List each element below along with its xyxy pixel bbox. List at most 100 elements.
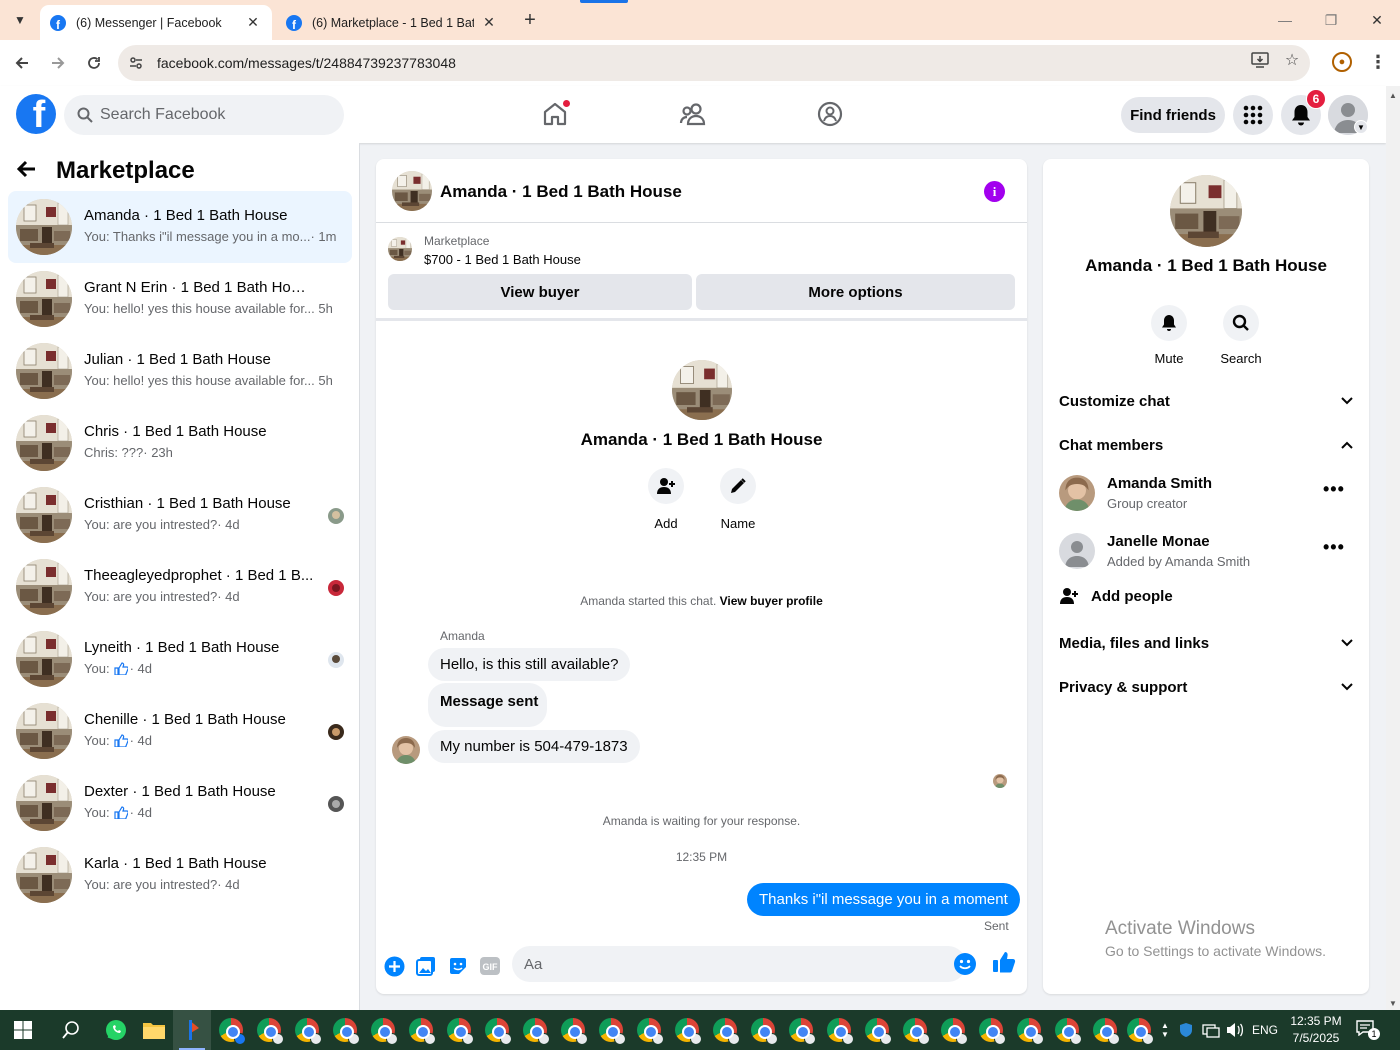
message-input-field[interactable] bbox=[512, 946, 966, 982]
message-input[interactable] bbox=[524, 955, 924, 973]
customize-chat-row[interactable]: Customize chat bbox=[1059, 389, 1355, 413]
conversation-item[interactable]: Chenille · 1 Bed 1 Bath House You: · 4d bbox=[8, 695, 352, 767]
chrome-icon[interactable] bbox=[402, 1010, 440, 1050]
chrome-icon[interactable] bbox=[516, 1010, 554, 1050]
chrome-icon[interactable] bbox=[896, 1010, 934, 1050]
conversation-item[interactable]: Chris · 1 Bed 1 Bath House Chris: ??? · 2… bbox=[8, 407, 352, 479]
tab-close-icon[interactable]: ✕ bbox=[480, 14, 498, 31]
chrome-icon[interactable] bbox=[288, 1010, 326, 1050]
chrome-icon[interactable] bbox=[250, 1010, 288, 1050]
facebook-logo[interactable]: f bbox=[16, 94, 56, 134]
chrome-icon[interactable] bbox=[858, 1010, 896, 1050]
conversation-item[interactable]: Dexter · 1 Bed 1 Bath House You: · 4d bbox=[8, 767, 352, 839]
chat-members-row[interactable]: Chat members bbox=[1059, 433, 1355, 457]
search-input[interactable] bbox=[100, 106, 320, 124]
like-thumbs-up-icon[interactable] bbox=[992, 950, 1018, 976]
chrome-icon[interactable] bbox=[934, 1010, 972, 1050]
address-bar[interactable]: facebook.com/messages/t/2488473923778304… bbox=[118, 45, 1310, 81]
find-friends-button[interactable]: Find friends bbox=[1121, 97, 1225, 133]
emoji-icon[interactable] bbox=[954, 953, 976, 975]
tab-close-icon[interactable]: ✕ bbox=[244, 14, 262, 31]
groups-icon[interactable] bbox=[810, 94, 850, 134]
member-row[interactable]: Amanda Smith Group creator ••• bbox=[1059, 471, 1355, 519]
add-people-button[interactable]: Add people bbox=[1059, 587, 1173, 605]
conversation-item[interactable]: Lyneith · 1 Bed 1 Bath House You: · 4d bbox=[8, 623, 352, 695]
restore-icon[interactable]: ❐ bbox=[1308, 6, 1354, 34]
message-bubble[interactable]: Message sent bbox=[428, 683, 547, 727]
add-member-action[interactable]: Add bbox=[636, 468, 696, 531]
sticker-icon[interactable] bbox=[446, 954, 470, 978]
volume-icon[interactable] bbox=[1226, 1010, 1244, 1050]
chrome-icon[interactable] bbox=[554, 1010, 592, 1050]
bookmark-star-icon[interactable]: ☆ bbox=[1281, 49, 1303, 71]
site-settings-icon[interactable] bbox=[126, 53, 146, 73]
browser-tab-messenger[interactable]: f (6) Messenger | Facebook ✕ bbox=[40, 5, 272, 40]
new-tab-button[interactable]: + bbox=[518, 8, 542, 32]
chrome-icon[interactable] bbox=[364, 1010, 402, 1050]
facebook-search[interactable] bbox=[64, 95, 344, 135]
taskbar-clock[interactable]: 12:35 PM 7/5/2025 bbox=[1288, 1013, 1344, 1047]
forward-icon[interactable] bbox=[44, 49, 72, 77]
install-app-icon[interactable] bbox=[1249, 49, 1271, 71]
chrome-icon[interactable] bbox=[326, 1010, 364, 1050]
account-chevron-icon[interactable]: ▼ bbox=[1354, 120, 1368, 134]
taskbar-overflow-arrows[interactable]: ▲ ▼ bbox=[1158, 1010, 1172, 1050]
chat-avatar[interactable] bbox=[392, 171, 432, 211]
scroll-up-icon[interactable]: ▲ bbox=[1389, 91, 1397, 100]
more-options-icon[interactable]: ••• bbox=[1323, 537, 1345, 558]
conversation-item[interactable]: Amanda · 1 Bed 1 Bath House You: Thanks … bbox=[8, 191, 352, 263]
message-bubble[interactable]: My number is 504-479-1873 bbox=[428, 730, 640, 763]
chrome-icon[interactable] bbox=[706, 1010, 744, 1050]
browser-profile-icon[interactable]: ● bbox=[1332, 52, 1352, 72]
chrome-icon[interactable] bbox=[782, 1010, 820, 1050]
notification-center-icon[interactable]: 1 bbox=[1356, 1020, 1380, 1040]
windows-start-icon[interactable] bbox=[4, 1010, 42, 1050]
listing-title[interactable]: $700 - 1 Bed 1 Bath House bbox=[424, 252, 581, 267]
network-icon[interactable] bbox=[1202, 1010, 1220, 1050]
privacy-support-row[interactable]: Privacy & support bbox=[1059, 675, 1355, 699]
chrome-icon[interactable] bbox=[592, 1010, 630, 1050]
chrome-icon[interactable] bbox=[668, 1010, 706, 1050]
view-buyer-profile-link[interactable]: View buyer profile bbox=[720, 594, 823, 608]
minimize-icon[interactable]: — bbox=[1262, 6, 1308, 34]
my-message-bubble[interactable]: Thanks i"il message you in a moment bbox=[747, 883, 1020, 916]
more-options-button[interactable]: More options bbox=[696, 274, 1015, 310]
edit-name-action[interactable]: Name bbox=[708, 468, 768, 531]
back-icon[interactable] bbox=[8, 49, 36, 77]
conversation-item[interactable]: Cristhian · 1 Bed 1 Bath House You: are … bbox=[8, 479, 352, 551]
scroll-down-icon[interactable]: ▼ bbox=[1389, 999, 1397, 1008]
chrome-icon[interactable] bbox=[478, 1010, 516, 1050]
defender-shield-icon[interactable] bbox=[1178, 1010, 1194, 1050]
chrome-icon[interactable] bbox=[1120, 1010, 1158, 1050]
chrome-icon[interactable] bbox=[1086, 1010, 1124, 1050]
conversation-item[interactable]: Theeagleyedprophet · 1 Bed 1 B... You: a… bbox=[8, 551, 352, 623]
browser-menu-icon[interactable]: ⋮ bbox=[1368, 50, 1388, 74]
taskbar-search-icon[interactable] bbox=[52, 1010, 90, 1050]
back-arrow-icon[interactable] bbox=[16, 157, 46, 185]
photo-gallery-icon[interactable] bbox=[414, 954, 438, 978]
chat-title[interactable]: Amanda · 1 Bed 1 Bath House bbox=[440, 182, 682, 202]
pinned-app-icon[interactable] bbox=[173, 1010, 211, 1050]
page-scrollbar[interactable]: ▲ ▼ bbox=[1386, 86, 1400, 1010]
conversation-info-icon[interactable]: i bbox=[984, 181, 1005, 202]
browser-tab-marketplace[interactable]: f (6) Marketplace - 1 Bed 1 Bath ✕ bbox=[276, 5, 508, 40]
conversation-item[interactable]: Julian · 1 Bed 1 Bath House You: hello! … bbox=[8, 335, 352, 407]
chrome-icon[interactable] bbox=[1048, 1010, 1086, 1050]
mute-action[interactable]: Mute bbox=[1141, 305, 1197, 366]
chrome-icon[interactable] bbox=[820, 1010, 858, 1050]
chrome-icon[interactable] bbox=[744, 1010, 782, 1050]
search-action[interactable]: Search bbox=[1213, 305, 1269, 366]
file-explorer-icon[interactable] bbox=[135, 1010, 173, 1050]
reload-icon[interactable] bbox=[80, 49, 108, 77]
close-window-icon[interactable]: ✕ bbox=[1354, 6, 1400, 34]
view-buyer-button[interactable]: View buyer bbox=[388, 274, 692, 310]
chrome-icon[interactable] bbox=[1010, 1010, 1048, 1050]
conversation-item[interactable]: Grant N Erin · 1 Bed 1 Bath House You: h… bbox=[8, 263, 352, 335]
member-row[interactable]: Janelle Monae Added by Amanda Smith ••• bbox=[1059, 529, 1355, 577]
message-bubble[interactable]: Hello, is this still available? bbox=[428, 648, 631, 681]
chrome-icon[interactable] bbox=[630, 1010, 668, 1050]
chrome-icon[interactable] bbox=[972, 1010, 1010, 1050]
friends-icon[interactable] bbox=[673, 94, 713, 134]
chrome-icon[interactable] bbox=[440, 1010, 478, 1050]
whatsapp-icon[interactable] bbox=[97, 1010, 135, 1050]
